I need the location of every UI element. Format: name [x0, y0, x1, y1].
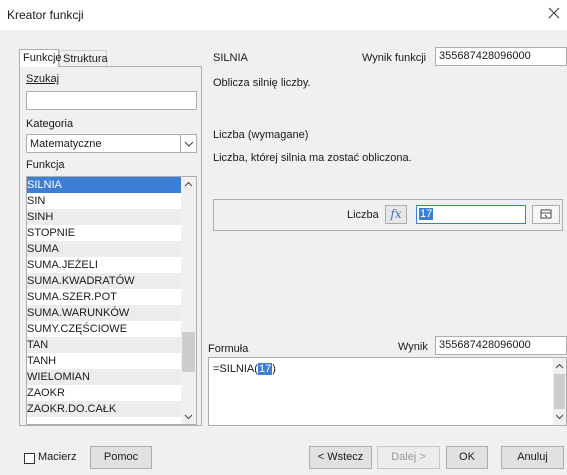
param-input-value: 17: [419, 208, 434, 220]
list-item[interactable]: SUMA.WARUNKÓW: [27, 305, 181, 321]
function-result-field: 355687428096000: [435, 47, 567, 66]
tab-struktura[interactable]: Struktura: [59, 50, 108, 67]
list-item[interactable]: TANH: [27, 353, 181, 369]
param-input[interactable]: 17: [416, 205, 526, 224]
category-label-text: Kategoria: [26, 118, 74, 130]
cancel-button[interactable]: Anuluj: [501, 446, 564, 469]
function-description: Oblicza silnię liczby.: [213, 77, 311, 89]
list-item[interactable]: ZAOKR: [27, 385, 181, 401]
chevron-down-icon: [184, 141, 194, 147]
function-label-text: Funkcja: [26, 159, 65, 171]
title-bar: [0, 0, 567, 30]
function-list[interactable]: SILNIA SIN SINH STOPNIE SUMA SUMA.JEŻELI…: [26, 176, 197, 425]
function-list-scrollbar[interactable]: [181, 177, 196, 424]
search-label-text: Szukaj: [26, 73, 60, 85]
search-label: Szukaj: [26, 73, 59, 85]
list-item[interactable]: SUMY.CZĘŚCIOWE: [27, 321, 181, 337]
formula-scrollbar[interactable]: [553, 358, 566, 425]
formula-arg: 17: [257, 363, 273, 375]
formula-suffix: ): [272, 363, 276, 375]
matrix-checkbox[interactable]: [24, 453, 35, 464]
param-description: Liczba, której silnia ma zostać obliczon…: [213, 152, 412, 164]
scroll-up-icon[interactable]: [181, 177, 196, 192]
ok-button[interactable]: OK: [446, 446, 488, 469]
matrix-label: Macierz: [38, 451, 77, 463]
help-button[interactable]: Pomoc: [90, 446, 152, 469]
formula-editor[interactable]: =SILNIA(17): [208, 357, 567, 426]
result-label: Wynik funkcji: [362, 52, 427, 64]
scroll-down-icon[interactable]: [181, 409, 196, 424]
list-item[interactable]: WIELOMIAN: [27, 369, 181, 385]
tab-funkcje[interactable]: Funkcje: [19, 49, 62, 67]
list-item[interactable]: STOPNIE: [27, 225, 181, 241]
category-label: Kategoria: [26, 118, 73, 130]
list-item[interactable]: SUMA.KWADRATÓW: [27, 273, 181, 289]
scroll-up-icon[interactable]: [553, 360, 566, 372]
formula-label: Formuła: [208, 343, 249, 355]
list-item[interactable]: SINH: [27, 209, 181, 225]
search-input[interactable]: [26, 91, 197, 110]
param-label: Liczba: [347, 209, 379, 221]
list-item[interactable]: ZAOKR.DO.CAŁK: [27, 401, 181, 417]
window-title: Kreator funkcji: [7, 8, 84, 22]
function-name: SILNIA: [213, 52, 248, 64]
close-icon: [548, 7, 560, 19]
fx-button[interactable]: fx: [385, 205, 407, 224]
formula-scroll-thumb[interactable]: [554, 374, 565, 409]
list-item[interactable]: SIN: [27, 193, 181, 209]
list-item[interactable]: SUMA.JEŻELI: [27, 257, 181, 273]
category-select[interactable]: Matematyczne: [26, 134, 197, 153]
back-button[interactable]: < Wstecz: [309, 446, 372, 469]
scroll-thumb[interactable]: [182, 332, 195, 372]
formula-result-field: 355687428096000: [435, 336, 567, 355]
fx-icon: fx: [390, 207, 402, 221]
shrink-button[interactable]: [532, 205, 560, 224]
formula-text: =SILNIA(17): [213, 363, 276, 375]
next-button[interactable]: Dalej >: [377, 446, 440, 469]
shrink-icon: [540, 209, 552, 219]
category-dropdown-button[interactable]: [180, 135, 196, 152]
param-header: Liczba (wymagane): [213, 129, 309, 141]
list-item[interactable]: TAN: [27, 337, 181, 353]
list-item[interactable]: SILNIA: [27, 177, 181, 193]
formula-prefix: =SILNIA(: [213, 363, 258, 375]
close-button[interactable]: [547, 6, 561, 20]
function-label: Funkcja: [26, 159, 65, 171]
formula-result-label: Wynik: [398, 341, 428, 353]
list-item[interactable]: SUMA.SZER.POT: [27, 289, 181, 305]
list-item[interactable]: SUMA: [27, 241, 181, 257]
scroll-down-icon[interactable]: [553, 411, 566, 423]
category-select-value: Matematyczne: [30, 138, 102, 150]
